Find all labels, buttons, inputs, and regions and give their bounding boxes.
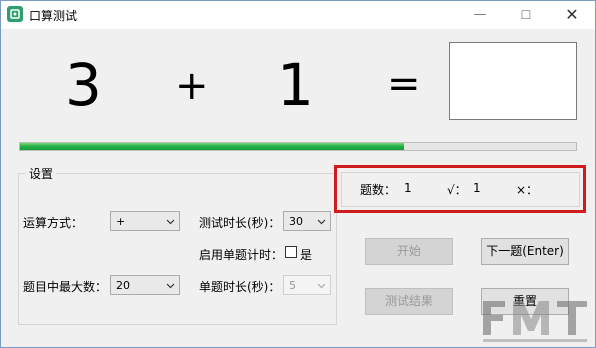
max-number-value: 20: [116, 279, 130, 292]
stats-highlight-frame: [334, 165, 586, 213]
settings-group-title: 设置: [26, 165, 57, 182]
operand-1: 3: [65, 51, 102, 119]
app-icon: [7, 6, 23, 22]
per-question-select[interactable]: 5: [283, 275, 331, 295]
duration-value: 30: [289, 215, 303, 228]
equals-sign: =: [387, 61, 421, 107]
chevron-down-icon: [166, 219, 175, 225]
operation-label: 运算方式：: [23, 216, 84, 230]
results-button[interactable]: 测试结果: [365, 288, 453, 315]
answer-input[interactable]: [449, 42, 577, 120]
max-number-select[interactable]: 20: [110, 275, 180, 295]
per-question-value: 5: [289, 279, 296, 292]
start-button[interactable]: 开始: [365, 238, 453, 265]
operator-sign: +: [175, 63, 209, 109]
minimize-button[interactable]: —: [457, 1, 503, 29]
operation-value: +: [116, 215, 126, 228]
window-title: 口算测试: [29, 9, 78, 23]
duration-label: 测试时长(秒)：: [199, 216, 281, 230]
duration-select[interactable]: 30: [283, 211, 331, 231]
chevron-down-icon: [166, 283, 175, 289]
max-number-label: 题目中最大数：: [23, 280, 108, 294]
progress-bar: [19, 142, 577, 151]
maximize-button[interactable]: ☐: [503, 1, 549, 29]
operation-select[interactable]: +: [110, 211, 180, 231]
app-window: 口算测试 — ☐ ✕ 3 + 1 = 设置 运算方式： + 测试时长(秒)： 3…: [0, 0, 596, 348]
timer-label: 启用单题计时：: [199, 248, 284, 262]
chevron-down-icon: [317, 219, 326, 225]
next-question-button[interactable]: 下一题(Enter): [481, 238, 569, 265]
title-bar: 口算测试 — ☐ ✕: [1, 1, 595, 29]
timer-checkbox-label[interactable]: 是: [300, 246, 312, 263]
chevron-down-icon: [317, 283, 326, 289]
timer-checkbox[interactable]: [285, 246, 297, 258]
progress-fill: [20, 143, 404, 150]
watermark-logo: [483, 301, 587, 342]
close-button[interactable]: ✕: [549, 1, 595, 29]
operand-2: 1: [277, 51, 314, 119]
per-question-label: 单题时长(秒)：: [199, 280, 281, 294]
